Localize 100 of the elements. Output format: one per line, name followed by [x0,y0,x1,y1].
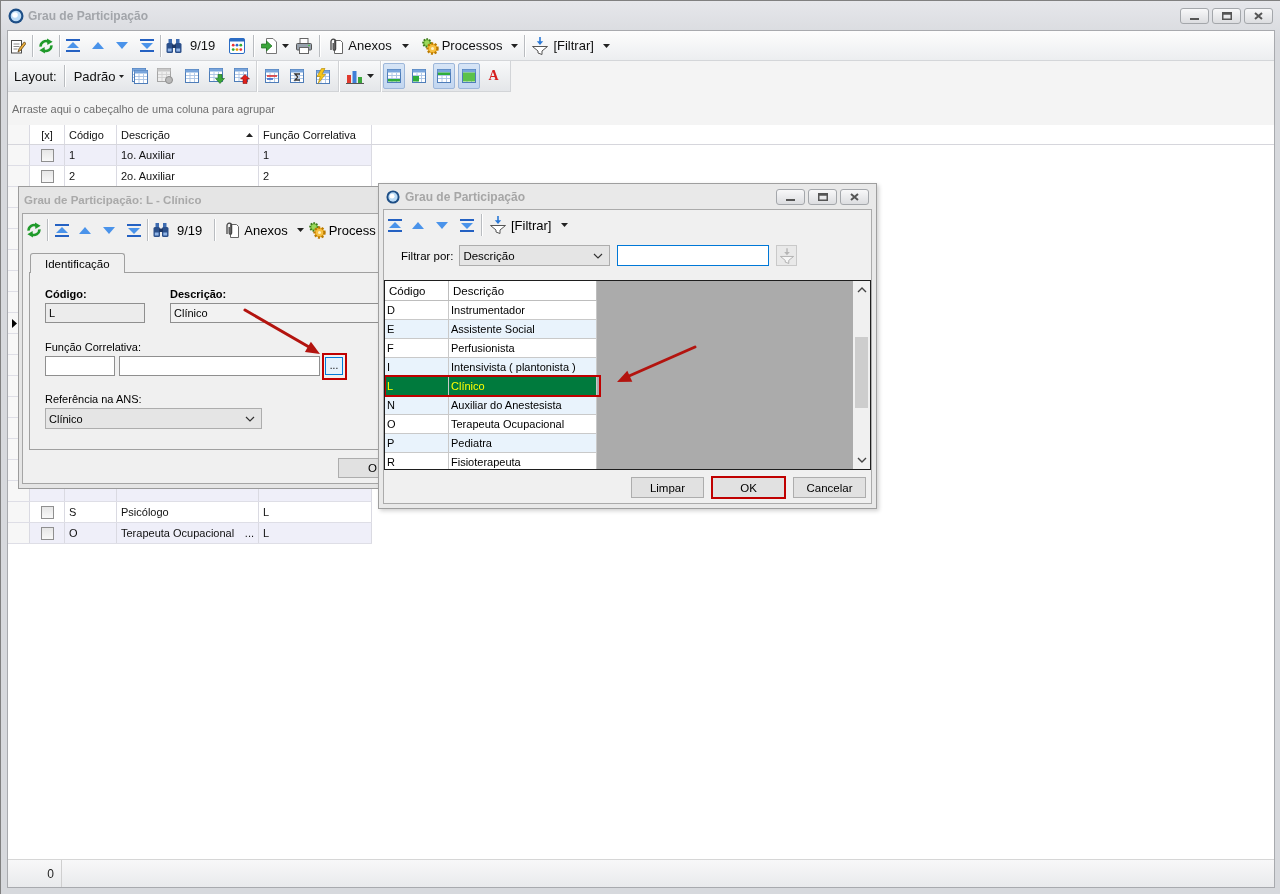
code-field[interactable]: L [45,303,145,323]
maximize-button[interactable] [1212,7,1241,24]
code-input-field[interactable] [45,356,115,376]
table-icon [435,68,452,84]
table-sum-icon[interactable] [288,68,305,84]
caret-icon[interactable] [561,223,569,227]
refresh-icon[interactable] [38,37,54,54]
first-record-icon[interactable] [55,223,69,237]
calendar-grid-icon[interactable] [229,37,246,54]
up-triangle-icon[interactable] [412,221,424,229]
table-row[interactable]: E Assistente Social [385,320,597,339]
filter-button[interactable]: [Filtrar] [532,34,594,57]
chevron-down-icon[interactable] [856,457,867,463]
up-triangle-icon[interactable] [79,226,91,234]
search-field[interactable] [617,245,770,266]
down-triangle-icon[interactable] [103,226,115,234]
dialog-button[interactable]: Limpar [631,477,704,498]
table-cell: I [385,358,449,376]
down-triangle-icon[interactable] [116,42,128,49]
last-record-icon[interactable] [127,223,141,237]
down-triangle-icon[interactable] [436,221,448,229]
last-record-icon[interactable] [460,218,474,232]
table-cell: P [385,434,449,452]
table-row[interactable]: R Fisioterapeuta [385,453,597,469]
description-field[interactable]: Clínico [170,303,378,323]
minimize-icon [786,198,795,201]
minimize-button[interactable] [1180,7,1209,24]
checkbox[interactable] [40,505,54,519]
table-icon[interactable] [183,68,200,84]
ans-reference-dropdown[interactable]: Clínico [45,408,262,429]
lookup-button[interactable]: ... [325,357,343,375]
filter-icon [779,247,794,264]
column-header[interactable]: Descrição [117,125,259,144]
checkbox[interactable] [40,169,54,183]
first-record-icon[interactable] [388,218,402,232]
edit-icon[interactable] [10,37,26,54]
caret-icon[interactable] [511,43,519,48]
binoculars-icon[interactable] [153,223,169,237]
window-title: Grau de Participação [28,8,149,23]
column-header[interactable]: Código [65,125,117,144]
column-header[interactable]: Função Correlativa [259,125,372,144]
ok-button[interactable]: O [338,458,378,478]
attachments-button[interactable]: Anexos [223,219,288,241]
table-cell: O [65,523,117,543]
checkbox[interactable] [40,148,54,162]
printer-icon[interactable] [296,37,313,54]
tab[interactable]: Identificação [30,253,125,273]
table-cell: E [385,320,449,338]
lightning-icon[interactable] [313,68,330,84]
table-row[interactable]: F Perfusionista [385,339,597,358]
close-button[interactable] [840,188,869,205]
record-count: 0 [47,866,54,881]
scrollbar-thumb[interactable] [855,337,868,408]
table-row[interactable]: D Instrumentador [385,301,597,320]
name-input-field[interactable] [119,356,320,376]
processes-button[interactable]: Process [307,219,376,241]
table-arrow-down-icon[interactable] [208,68,225,84]
table-cell: O [385,415,449,433]
minimize-icon [1190,17,1199,20]
maximize-button[interactable] [808,188,837,205]
table-row[interactable]: O Terapeuta Ocupacional [385,415,597,434]
filter-icon [532,36,549,55]
bar-chart-icon[interactable] [345,68,364,84]
maximize-icon [817,192,828,201]
column-header[interactable]: [x] [30,125,65,144]
layout-dropdown[interactable]: Padrão [73,65,124,87]
up-triangle-icon[interactable] [92,42,104,49]
filter-button[interactable]: [Filtrar] [490,214,552,236]
view-toggle-button[interactable] [432,63,455,89]
dialog-button[interactable]: Cancelar [793,477,866,498]
column-header[interactable]: Código [385,281,449,300]
caret-icon[interactable] [366,74,374,78]
table-columns-icon[interactable] [263,68,280,84]
close-button[interactable] [1244,7,1273,24]
caret-icon[interactable] [401,43,409,48]
table-arrow-up-icon[interactable] [233,68,250,84]
dialog-title: Grau de Participação: L - Clínico [24,194,202,206]
caret-icon [118,74,124,78]
refresh-icon[interactable] [26,222,42,238]
last-record-icon[interactable] [140,39,154,52]
table-icon [460,68,477,84]
paperclip-icon [327,37,344,54]
export-icon[interactable] [261,37,278,54]
view-toggle-button[interactable]: A [482,63,505,89]
minimize-button[interactable] [776,188,805,205]
binoculars-icon[interactable] [166,38,182,53]
processes-button[interactable]: Processos [420,34,503,57]
table-cell: 1o. Auxiliar [117,145,259,165]
view-toggle-button[interactable] [457,63,480,89]
filter-by-dropdown[interactable]: Descrição [459,245,611,266]
stacked-tables-icon[interactable] [131,68,148,84]
chevron-up-icon[interactable] [856,287,867,293]
table-cell: Psicólogo [117,502,259,522]
attachments-button[interactable]: Anexos [327,34,392,57]
caret-icon[interactable] [282,43,290,48]
view-toggle-button[interactable] [382,63,405,89]
caret-icon[interactable] [602,43,610,48]
first-record-icon[interactable] [66,39,80,52]
checkbox[interactable] [40,526,54,540]
table-row[interactable]: P Pediatra [385,434,597,453]
